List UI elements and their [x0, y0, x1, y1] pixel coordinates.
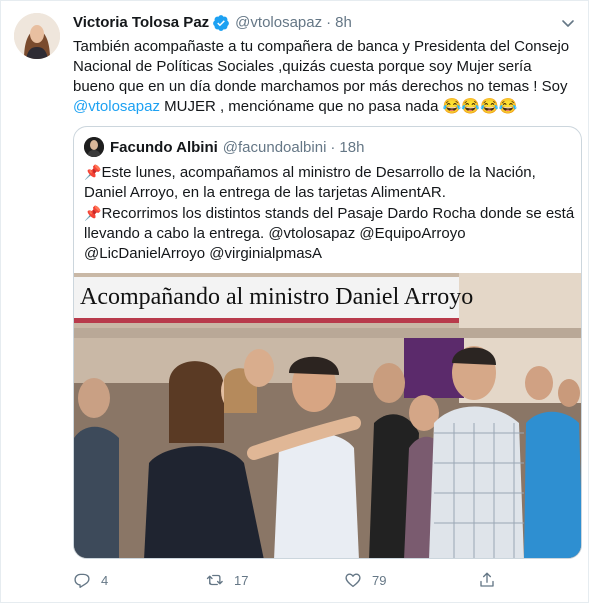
quoted-line-3-text: Recorrimos los distintos stands del Pasa…	[101, 205, 575, 222]
quoted-line-4-text: llevando a cabo la entrega.	[84, 225, 265, 242]
pin-icon: 📌	[84, 205, 102, 221]
tweet-text-part2: MUJER , mencióname que no pasa nada	[159, 98, 443, 115]
mention-link[interactable]: @vtolosapaz	[73, 98, 160, 115]
author-avatar[interactable]	[14, 13, 60, 59]
reply-button[interactable]: 4	[73, 571, 108, 589]
quoted-line-3: 📌Recorrimos los distintos stands del Pas…	[84, 203, 575, 224]
separator: ·	[330, 138, 336, 156]
tweet-time[interactable]: 8h	[335, 13, 352, 33]
retweet-icon	[206, 574, 223, 586]
quoted-line-1-text: Este lunes, acompañamos al ministro de D…	[101, 164, 536, 181]
tweet-text-part1: También acompañaste a tu compañera de ba…	[73, 38, 570, 95]
author-name[interactable]: Victoria Tolosa Paz	[73, 13, 209, 33]
share-button[interactable]	[478, 571, 506, 589]
chevron-down-icon[interactable]	[560, 15, 576, 31]
quoted-text: 📌Este lunes, acompañamos al ministro de …	[84, 162, 575, 264]
laughing-emoji-icon: 😂😂😂😂	[442, 98, 518, 115]
photo-caption-banner: Acompañando al ministro Daniel Arroyo	[74, 277, 473, 323]
quoted-time[interactable]: 18h	[339, 139, 364, 156]
quoted-tweet[interactable]: Facundo Albini @facundoalbini · 18h 📌Est…	[73, 126, 582, 559]
retweet-count: 17	[234, 572, 249, 588]
tweet-header: Victoria Tolosa Paz @vtolosapaz · 8h	[73, 13, 352, 33]
quoted-author-avatar[interactable]	[84, 137, 104, 157]
tweet-card[interactable]: Victoria Tolosa Paz @vtolosapaz · 8h Tam…	[0, 0, 589, 603]
quoted-line-1: 📌Este lunes, acompañamos al ministro de …	[84, 162, 572, 183]
share-icon	[480, 572, 494, 587]
quoted-author-handle[interactable]: @facundoalbini	[223, 139, 327, 156]
action-bar: 4 17 79	[73, 569, 513, 593]
pin-icon: 📌	[84, 164, 102, 180]
retweet-button[interactable]: 17	[206, 571, 248, 589]
like-button[interactable]: 79	[344, 571, 386, 589]
quoted-mentions[interactable]: @vtolosapaz @EquipoArroyo	[268, 225, 465, 242]
quoted-author-name[interactable]: Facundo Albini	[110, 139, 218, 156]
verified-badge-icon	[212, 14, 230, 32]
reply-count: 4	[101, 572, 109, 588]
like-icon	[345, 573, 361, 588]
like-count: 79	[372, 572, 387, 588]
quoted-header: Facundo Albini @facundoalbini · 18h	[84, 137, 364, 157]
author-handle[interactable]: @vtolosapaz	[235, 13, 322, 33]
quoted-line-5[interactable]: @LicDanielArroyo @virginialpmasA	[84, 244, 572, 264]
quoted-line-2: Daniel Arroyo, en la entrega de las tarj…	[84, 184, 446, 201]
tweet-text: También acompañaste a tu compañera de ba…	[73, 37, 573, 117]
quoted-line-4: llevando a cabo la entrega. @vtolosapaz …	[84, 224, 572, 244]
reply-icon	[74, 573, 90, 588]
photo-caption: Acompañando al ministro Daniel Arroyo	[80, 284, 474, 310]
separator: ·	[326, 14, 332, 31]
quoted-photo[interactable]: Acompañando al ministro Daniel Arroyo	[74, 273, 581, 558]
